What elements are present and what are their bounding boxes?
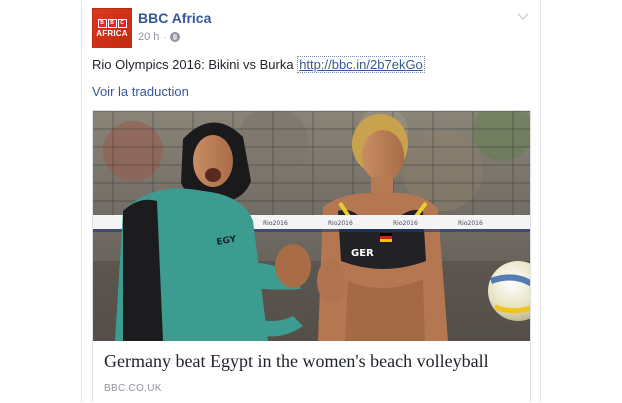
net-logo-2: Rio2016	[328, 220, 353, 227]
globe-icon[interactable]	[170, 32, 181, 42]
post-message: Rio Olympics 2016: Bikini vs Burka http:…	[92, 56, 425, 73]
post-meta: 20 h ·	[138, 31, 181, 43]
page-avatar[interactable]: B B C AFRICA	[92, 8, 132, 48]
meta-separator: ·	[163, 32, 167, 42]
card-title[interactable]: Germany beat Egypt in the women's beach …	[104, 351, 489, 372]
see-translation-link[interactable]: Voir la traduction	[92, 84, 189, 99]
post-timestamp[interactable]: 20 h	[138, 31, 159, 43]
volleyball-photo: GER Rio2016 Rio2016 Rio2016 Rio2016 EGY	[93, 111, 530, 341]
page-name-link[interactable]: BBC Africa	[138, 10, 211, 26]
net-logo-4: Rio2016	[458, 220, 483, 227]
avatar-subtitle: AFRICA	[96, 28, 128, 38]
card-body[interactable]: Germany beat Egypt in the women's beach …	[93, 341, 530, 403]
link-preview-card[interactable]: GER Rio2016 Rio2016 Rio2016 Rio2016 EGY …	[92, 110, 531, 402]
card-source-domain: BBC.CO.UK	[104, 383, 162, 394]
net-logo-3: Rio2016	[393, 220, 418, 227]
jersey-label-ger: GER	[351, 248, 374, 259]
chevron-down-icon[interactable]	[518, 10, 528, 20]
post-message-text: Rio Olympics 2016: Bikini vs Burka	[92, 57, 294, 72]
post-link[interactable]: http://bbc.in/2b7ekGo	[297, 56, 425, 73]
net-logo-1: Rio2016	[263, 220, 288, 227]
card-image[interactable]: GER Rio2016 Rio2016 Rio2016 Rio2016 EGY	[93, 111, 530, 341]
facebook-post: B B C AFRICA BBC Africa 20 h · Rio Olymp…	[81, 0, 541, 402]
bbc-logo: B B C	[97, 18, 127, 28]
